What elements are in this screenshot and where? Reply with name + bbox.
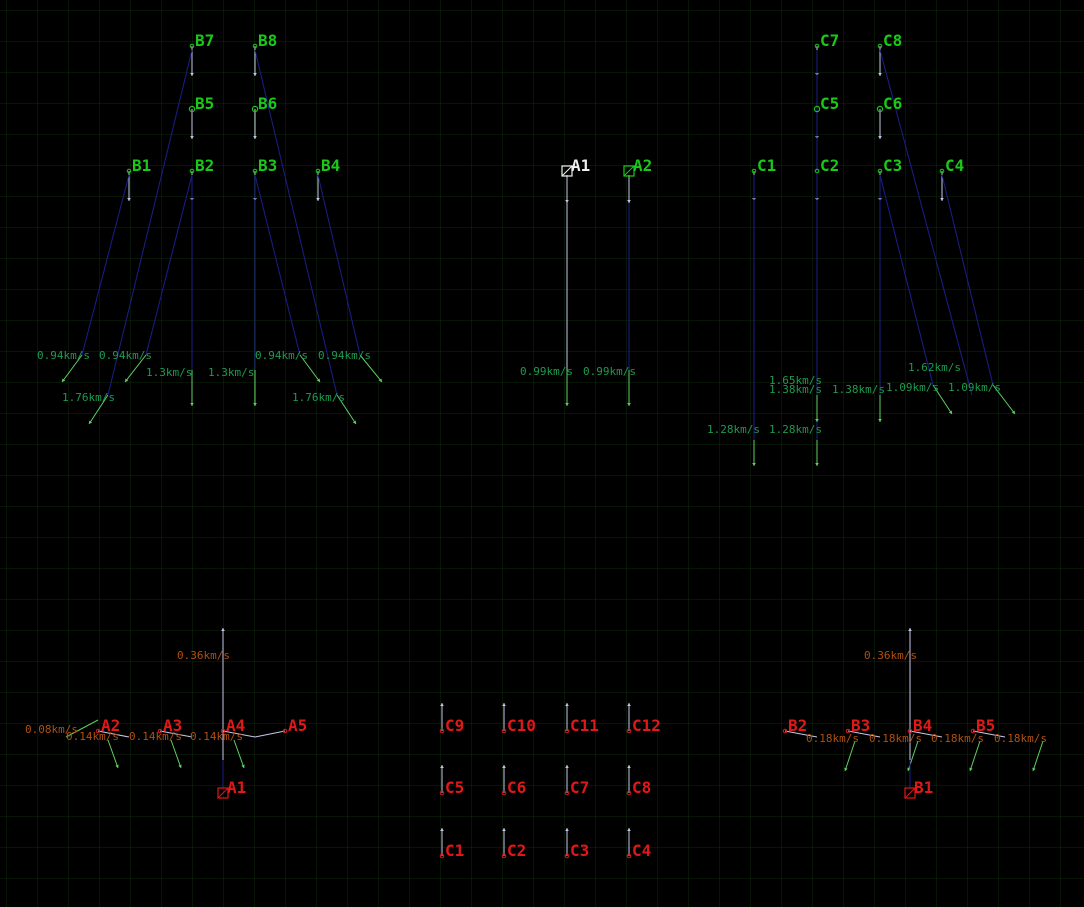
enemy-a5-label: A5 <box>288 716 307 735</box>
speed-c1: 1.28km/s <box>707 423 760 436</box>
speed-c4: 1.09km/s <box>948 381 1001 394</box>
unit-a2-label: A2 <box>633 156 652 175</box>
speed-c2: 1.38km/s <box>769 383 822 396</box>
speed-c3a: 1.09km/s <box>886 381 939 394</box>
speed-enemy-b2: 0.18km/s <box>806 732 859 745</box>
speed-enemy-b5: 0.18km/s <box>994 732 1047 745</box>
enemy-a1-label: A1 <box>227 778 246 797</box>
unit-b8-label: B8 <box>258 31 277 50</box>
speed-enemy-b4: 0.18km/s <box>931 732 984 745</box>
unit-b6-label: B6 <box>258 94 277 113</box>
unit-b7-label: B7 <box>195 31 214 50</box>
enemy-c4-label: C4 <box>632 841 651 860</box>
tactical-display: B7 B8 B5 B6 B1 B2 B3 B4 A1 A2 C7 C8 C5 C6 C1 C2 C3 C4 A2 A3… <box>0 0 1084 907</box>
speed-enemy-b3: 0.18km/s <box>869 732 922 745</box>
speed-b3a: 0.94km/s <box>255 349 308 362</box>
unit-b3-label: B3 <box>258 156 277 175</box>
speed-b1: 0.94km/s <box>37 349 90 362</box>
unit-b5-label: B5 <box>195 94 214 113</box>
unit-c7-label: C7 <box>820 31 839 50</box>
enemy-c9-label: C9 <box>445 716 464 735</box>
speed-b7: 1.76km/s <box>62 391 115 404</box>
enemy-c12-label: C12 <box>632 716 661 735</box>
unit-c2-label: C2 <box>820 156 839 175</box>
speed-b2a: 0.94km/s <box>99 349 152 362</box>
unit-c6-label: C6 <box>883 94 902 113</box>
speed-c3: 1.38km/s <box>832 383 885 396</box>
enemy-c11-label: C11 <box>570 716 599 735</box>
unit-c8-label: C8 <box>883 31 902 50</box>
speed-enemy-a3: 0.14km/s <box>66 730 119 743</box>
unit-c5-label: C5 <box>820 94 839 113</box>
speed-enemy-a4: 0.14km/s <box>129 730 182 743</box>
unit-b4-label: B4 <box>321 156 340 175</box>
enemy-b2-label: B2 <box>788 716 807 735</box>
unit-b2-label: B2 <box>195 156 214 175</box>
unit-a1-label: A1 <box>571 156 590 175</box>
speed-c7: 1.28km/s <box>769 423 822 436</box>
enemy-c6-label: C6 <box>507 778 526 797</box>
unit-c1-label: C1 <box>757 156 776 175</box>
speed-enemy-b1: 0.36km/s <box>864 649 917 662</box>
speed-b4: 0.94km/s <box>318 349 371 362</box>
grid-background <box>0 0 1084 907</box>
enemy-c3-label: C3 <box>570 841 589 860</box>
enemy-c2-label: C2 <box>507 841 526 860</box>
speed-a2: 0.99km/s <box>583 365 636 378</box>
speed-b3: 1.3km/s <box>208 366 254 379</box>
speed-b2: 1.3km/s <box>146 366 192 379</box>
enemy-b1-label: B1 <box>914 778 933 797</box>
speed-a1: 0.99km/s <box>520 365 573 378</box>
unit-b1-label: B1 <box>132 156 151 175</box>
enemy-c8-label: C8 <box>632 778 651 797</box>
speed-b8: 1.76km/s <box>292 391 345 404</box>
enemy-c1-label: C1 <box>445 841 464 860</box>
speed-enemy-a1: 0.36km/s <box>177 649 230 662</box>
enemy-c5-label: C5 <box>445 778 464 797</box>
tactical-map[interactable]: B7 B8B5 B6B1 B2 B3 B4 A1 A2C7 C8C5 C6C1 C2 C3 C4A2 A3… <box>0 0 1084 907</box>
unit-c4-label: C4 <box>945 156 964 175</box>
speed-enemy-a5: 0.14km/s <box>190 730 243 743</box>
speed-c8: 1.62km/s <box>908 361 961 374</box>
enemy-c7-label: C7 <box>570 778 589 797</box>
enemy-c10-label: C10 <box>507 716 536 735</box>
unit-c3-label: C3 <box>883 156 902 175</box>
